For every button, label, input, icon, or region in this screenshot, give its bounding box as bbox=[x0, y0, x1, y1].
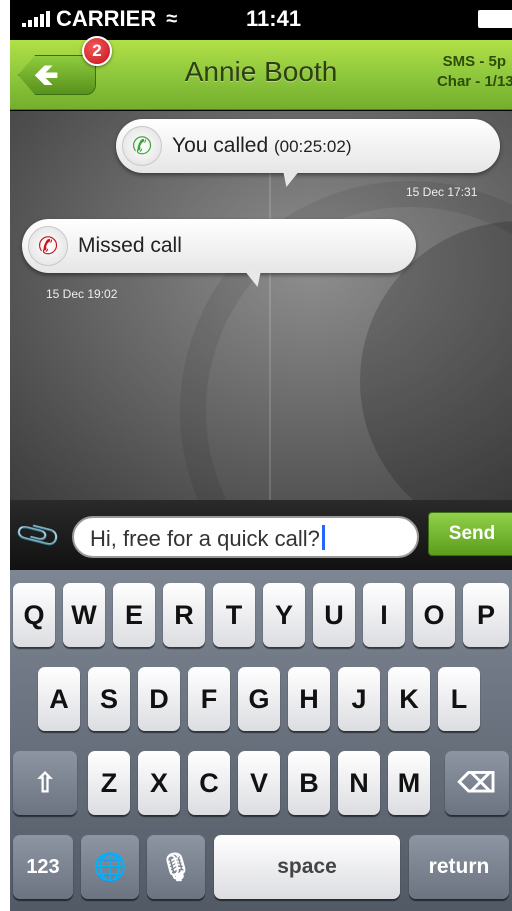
key-b[interactable]: B bbox=[288, 751, 330, 815]
key-l[interactable]: L bbox=[438, 667, 480, 731]
return-key[interactable]: return bbox=[409, 835, 509, 899]
key-g[interactable]: G bbox=[238, 667, 280, 731]
signal-icon bbox=[22, 11, 50, 27]
key-x[interactable]: X bbox=[138, 751, 180, 815]
message-timestamp: 15 Dec 17:31 bbox=[406, 185, 478, 199]
outgoing-call-icon: ✆ bbox=[122, 126, 162, 166]
bubble-tail bbox=[282, 165, 304, 187]
char-count: Char - 1/135 bbox=[436, 73, 512, 90]
message-input[interactable]: Hi, free for a quick call? bbox=[72, 516, 419, 558]
phone-screen: CARRIER ≈ 11:41 🡸 2 Annie Booth SMS - 5p… bbox=[10, 0, 512, 911]
attachment-icon[interactable]: 📎 bbox=[13, 510, 64, 560]
key-j[interactable]: J bbox=[338, 667, 380, 731]
key-c[interactable]: C bbox=[188, 751, 230, 815]
key-a[interactable]: A bbox=[38, 667, 80, 731]
sms-cost: SMS - 5p bbox=[442, 53, 506, 70]
send-button[interactable]: Send bbox=[428, 512, 512, 556]
message-text: You called (00:25:02) bbox=[172, 134, 351, 158]
key-q[interactable]: Q bbox=[13, 583, 55, 647]
key-f[interactable]: F bbox=[188, 667, 230, 731]
key-m[interactable]: M bbox=[388, 751, 430, 815]
key-s[interactable]: S bbox=[88, 667, 130, 731]
carrier-indicator: CARRIER ≈ bbox=[22, 6, 177, 32]
microphone-icon: 🎙 bbox=[158, 852, 194, 882]
message-label: Missed call bbox=[78, 234, 182, 257]
space-key[interactable]: space bbox=[214, 835, 400, 899]
key-k[interactable]: K bbox=[388, 667, 430, 731]
shift-key[interactable]: ⇧ bbox=[13, 751, 77, 815]
backspace-icon: ⌫ bbox=[457, 768, 497, 798]
message-bubble[interactable]: ✆ Missed call bbox=[22, 219, 416, 287]
dictation-key[interactable]: 🎙 bbox=[147, 835, 205, 899]
numbers-key[interactable]: 123 bbox=[13, 835, 73, 899]
key-y[interactable]: Y bbox=[263, 583, 305, 647]
key-r[interactable]: R bbox=[163, 583, 205, 647]
key-n[interactable]: N bbox=[338, 751, 380, 815]
key-h[interactable]: H bbox=[288, 667, 330, 731]
clock: 11:41 bbox=[246, 6, 302, 31]
composer-bar: 📎 Hi, free for a quick call? Send bbox=[10, 500, 512, 570]
battery-icon bbox=[478, 10, 512, 28]
key-i[interactable]: I bbox=[363, 583, 405, 647]
carrier-label: CARRIER bbox=[56, 6, 157, 31]
message-timestamp: 15 Dec 19:02 bbox=[46, 287, 118, 301]
key-t[interactable]: T bbox=[213, 583, 255, 647]
key-p[interactable]: P bbox=[463, 583, 509, 647]
message-list[interactable]: ✆ You called (00:25:02) 15 Dec 17:31 ✆ M… bbox=[10, 111, 512, 500]
keyboard: Q W E R T Y U I O P A S D F G H J K L ⇧ … bbox=[10, 570, 512, 911]
globe-icon: 🌐 bbox=[93, 852, 127, 882]
key-z[interactable]: Z bbox=[88, 751, 130, 815]
key-e[interactable]: E bbox=[113, 583, 155, 647]
missed-call-icon: ✆ bbox=[28, 226, 68, 266]
wifi-icon: ≈ bbox=[166, 7, 178, 30]
shift-icon: ⇧ bbox=[33, 768, 57, 798]
backspace-key[interactable]: ⌫ bbox=[445, 751, 509, 815]
key-w[interactable]: W bbox=[63, 583, 105, 647]
globe-key[interactable]: 🌐 bbox=[81, 835, 139, 899]
key-u[interactable]: U bbox=[313, 583, 355, 647]
key-v[interactable]: V bbox=[238, 751, 280, 815]
text-caret bbox=[321, 525, 325, 550]
status-bar: CARRIER ≈ 11:41 bbox=[10, 0, 512, 40]
call-duration: (00:25:02) bbox=[273, 137, 352, 156]
message-input-text: Hi, free for a quick call? bbox=[90, 526, 320, 551]
message-bubble[interactable]: ✆ You called (00:25:02) bbox=[116, 119, 500, 187]
sms-info: SMS - 5p Char - 1/135 bbox=[437, 52, 512, 92]
message-label: You called bbox=[172, 134, 269, 157]
key-d[interactable]: D bbox=[138, 667, 180, 731]
key-o[interactable]: O bbox=[413, 583, 455, 647]
